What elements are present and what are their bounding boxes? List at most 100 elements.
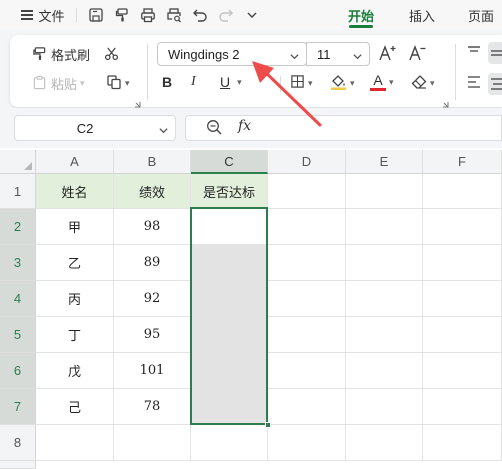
cell-f5[interactable]: [423, 317, 502, 353]
cell-e5[interactable]: [346, 317, 423, 353]
align-center-button[interactable]: [488, 73, 502, 95]
cell-f3[interactable]: [423, 245, 502, 281]
italic-button[interactable]: I: [191, 74, 196, 90]
cell-e8[interactable]: [346, 425, 423, 461]
cell-e4[interactable]: [346, 281, 423, 317]
file-menu-label: 文件: [38, 8, 65, 24]
cell-b8[interactable]: [114, 425, 191, 461]
cell-b3[interactable]: 89: [114, 245, 191, 281]
scissors-icon: [104, 46, 119, 64]
cell-d3[interactable]: [268, 245, 346, 281]
underline-button[interactable]: U ▾: [220, 74, 242, 90]
increase-font-size-button[interactable]: [378, 44, 398, 65]
cell-e3[interactable]: [346, 245, 423, 281]
cell-b1[interactable]: 绩效: [114, 174, 191, 209]
cell-a5[interactable]: 丁: [36, 317, 114, 353]
align-top-button[interactable]: [466, 44, 482, 63]
format-painter-button[interactable]: 格式刷: [32, 45, 90, 64]
align-middle-button[interactable]: [488, 42, 502, 64]
cell-f1[interactable]: [423, 174, 502, 209]
fill-handle[interactable]: [265, 422, 271, 428]
row-header-8[interactable]: 8: [0, 425, 36, 461]
tab-home[interactable]: 开始: [348, 6, 374, 25]
row-header-5[interactable]: 5: [0, 317, 36, 353]
column-header-b[interactable]: B: [114, 150, 191, 174]
cell-a4[interactable]: 丙: [36, 281, 114, 317]
print-preview-icon[interactable]: [164, 5, 184, 25]
chevron-down-icon: ▾: [389, 76, 394, 87]
font-color-button[interactable]: A ▾: [370, 73, 394, 91]
print-icon[interactable]: [138, 5, 158, 25]
font-color-icon: A: [370, 73, 386, 91]
column-header-c[interactable]: C: [191, 150, 268, 174]
cell-d5[interactable]: [268, 317, 346, 353]
font-grow-icon: [378, 44, 398, 65]
cell-d4[interactable]: [268, 281, 346, 317]
select-all-triangle-icon: [24, 162, 32, 170]
more-chevron-icon[interactable]: [242, 5, 262, 25]
column-header-a[interactable]: A: [36, 150, 114, 174]
cell-f4[interactable]: [423, 281, 502, 317]
align-left-icon: [466, 74, 482, 93]
format-painter-quick-icon[interactable]: [112, 5, 132, 25]
cell-e1[interactable]: [346, 174, 423, 209]
decrease-font-size-button[interactable]: [408, 44, 428, 65]
row-header-7[interactable]: 7: [0, 389, 36, 425]
formula-input[interactable]: [185, 115, 502, 141]
cell-d1[interactable]: [268, 174, 346, 209]
menu-icon: [21, 10, 34, 20]
clear-format-button[interactable]: ▾: [411, 74, 435, 93]
cut-button[interactable]: [104, 46, 119, 64]
cell-f8[interactable]: [423, 425, 502, 461]
row-header-9[interactable]: [0, 461, 36, 469]
bold-button[interactable]: B: [162, 74, 172, 90]
cell-e6[interactable]: [346, 353, 423, 389]
row-header-3[interactable]: 3: [0, 245, 36, 281]
cell-d8[interactable]: [268, 425, 346, 461]
cell-b4[interactable]: 92: [114, 281, 191, 317]
cell-a6[interactable]: 戊: [36, 353, 114, 389]
row-header-6[interactable]: 6: [0, 353, 36, 389]
cell-a2[interactable]: 甲: [36, 209, 114, 245]
ribbon-separator: [147, 44, 148, 100]
cell-c8[interactable]: [191, 425, 268, 461]
redo-icon[interactable]: [216, 5, 236, 25]
cell-b5[interactable]: 95: [114, 317, 191, 353]
column-header-d[interactable]: D: [268, 150, 346, 174]
align-left-button[interactable]: [466, 74, 482, 93]
column-header-f[interactable]: F: [423, 150, 502, 174]
cell-f6[interactable]: [423, 353, 502, 389]
tab-insert[interactable]: 插入: [409, 6, 435, 25]
cell-d6[interactable]: [268, 353, 346, 389]
cell-b7[interactable]: 78: [114, 389, 191, 425]
active-tab-indicator: [349, 25, 373, 28]
cell-a1[interactable]: 姓名: [36, 174, 114, 209]
align-top-icon: [466, 44, 482, 63]
name-box[interactable]: C2: [14, 115, 176, 141]
row-header-2[interactable]: 2: [0, 209, 36, 245]
row-header-1[interactable]: 1: [0, 174, 36, 209]
column-header-e[interactable]: E: [346, 150, 423, 174]
copy-button[interactable]: ▾: [106, 74, 130, 93]
cell-e7[interactable]: [346, 389, 423, 425]
paste-button[interactable]: 粘贴 ▾: [32, 74, 85, 93]
fill-color-button[interactable]: ▾: [330, 73, 355, 93]
cell-b6[interactable]: 101: [114, 353, 191, 389]
cell-a3[interactable]: 乙: [36, 245, 114, 281]
cell-e2[interactable]: [346, 209, 423, 245]
file-menu-button[interactable]: 文件: [18, 5, 68, 25]
row-header-4[interactable]: 4: [0, 281, 36, 317]
save-icon[interactable]: [86, 5, 106, 25]
cell-a7[interactable]: 己: [36, 389, 114, 425]
cell-b2[interactable]: 98: [114, 209, 191, 245]
zoom-search-icon[interactable]: [206, 119, 223, 141]
cell-f7[interactable]: [423, 389, 502, 425]
cell-c1[interactable]: 是否达标: [191, 174, 268, 209]
cell-f2[interactable]: [423, 209, 502, 245]
cell-d2[interactable]: [268, 209, 346, 245]
cell-a8[interactable]: [36, 425, 114, 461]
undo-icon[interactable]: [190, 5, 210, 25]
cell-d7[interactable]: [268, 389, 346, 425]
paste-icon: [32, 75, 47, 93]
tab-page-layout[interactable]: 页面: [468, 6, 494, 25]
